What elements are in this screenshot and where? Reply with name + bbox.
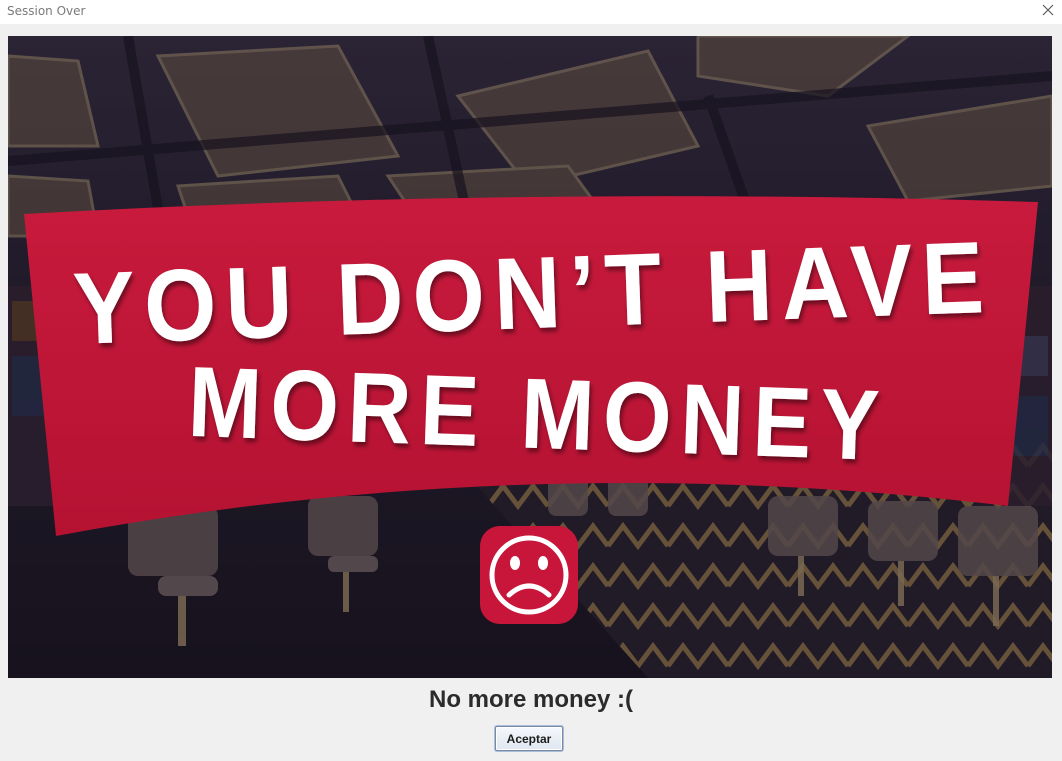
window-title: Session Over	[7, 4, 86, 18]
sad-face-icon	[480, 526, 578, 624]
title-bar[interactable]: Session Over	[0, 0, 1062, 24]
dialog-window: Session Over YOU DON’T HAVE MORE MONEY N…	[0, 0, 1062, 761]
game-over-image: YOU DON’T HAVE MORE MONEY	[8, 36, 1052, 678]
close-icon	[1042, 4, 1054, 16]
dialog-message: No more money :(	[428, 686, 634, 713]
close-button[interactable]	[1032, 0, 1062, 22]
ok-button[interactable]: Aceptar	[495, 726, 563, 751]
